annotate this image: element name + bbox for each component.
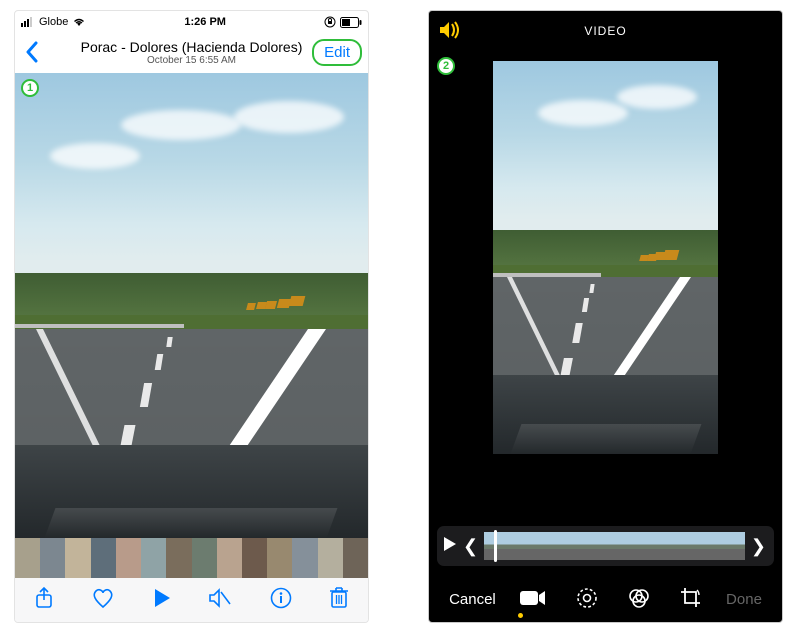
trim-handle-right[interactable]: ❯: [749, 536, 768, 557]
carrier-label: Globe: [39, 16, 68, 28]
video-tab-icon[interactable]: [520, 589, 546, 610]
status-bar: Globe 1:26 PM: [15, 11, 368, 31]
wifi-icon: [72, 17, 86, 27]
play-icon[interactable]: [153, 588, 171, 613]
battery-icon: [340, 17, 362, 28]
timeline-play-icon[interactable]: [443, 536, 457, 557]
bottom-toolbar: [15, 578, 368, 622]
editor-preview[interactable]: [493, 61, 718, 454]
cancel-button[interactable]: Cancel: [441, 591, 496, 608]
editor-body: 2: [429, 51, 782, 516]
done-button[interactable]: Done: [726, 591, 770, 608]
heart-icon[interactable]: [91, 587, 115, 614]
photos-app-viewer: Globe 1:26 PM Porac - Dolores (Hacienda …: [14, 10, 369, 623]
back-button[interactable]: [21, 34, 43, 70]
video-timeline[interactable]: ❮ ❯: [437, 526, 774, 566]
signal-icon: [21, 17, 35, 27]
step-badge-2: 2: [437, 57, 455, 75]
road-scene-image: [15, 73, 368, 538]
status-time: 1:26 PM: [184, 16, 226, 28]
orientation-lock-icon: [324, 16, 336, 28]
edit-button[interactable]: Edit: [312, 39, 362, 66]
timeline-playhead[interactable]: [494, 530, 497, 562]
thumbnail-strip[interactable]: [15, 538, 368, 578]
editor-header: VIDEO: [429, 11, 782, 51]
info-icon[interactable]: [270, 587, 292, 614]
share-icon[interactable]: [34, 586, 54, 615]
step-badge-1: 1: [21, 79, 39, 97]
crop-tab-icon[interactable]: [680, 587, 702, 612]
timeline-frames[interactable]: [484, 532, 745, 560]
editor-tabs: Cancel Done: [429, 576, 782, 622]
trim-handle-left[interactable]: ❮: [461, 536, 480, 557]
speaker-mute-icon[interactable]: [208, 588, 232, 613]
nav-bar: Porac - Dolores (Hacienda Dolores) Octob…: [15, 31, 368, 73]
active-tab-indicator: [518, 613, 523, 618]
adjust-tab-icon[interactable]: [576, 587, 598, 612]
road-scene-image: [493, 61, 718, 454]
editor-title: VIDEO: [429, 24, 782, 38]
filters-tab-icon[interactable]: [628, 587, 650, 612]
trash-icon[interactable]: [329, 586, 349, 615]
photos-app-video-editor: VIDEO 2: [428, 10, 783, 623]
video-preview[interactable]: 1: [15, 73, 368, 538]
